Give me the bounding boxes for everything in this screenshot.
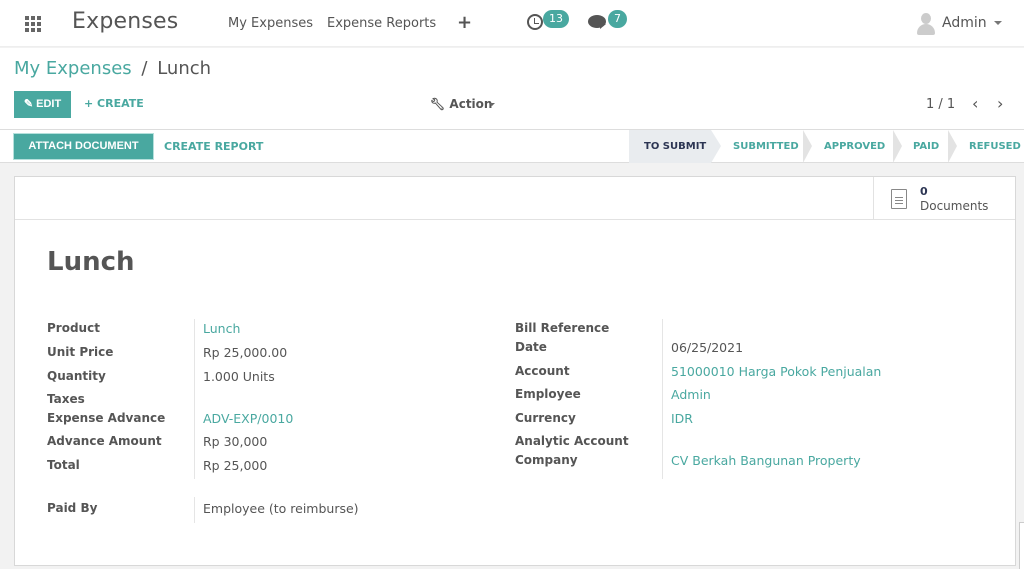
field-label-paid-by: Paid By bbox=[47, 501, 98, 515]
field-account[interactable]: 51000010 Harga Pokok Penjualan bbox=[671, 364, 881, 379]
activity-clock-icon[interactable] bbox=[527, 14, 543, 30]
breadcrumb: My Expenses / Lunch bbox=[14, 58, 211, 79]
record-title: Lunch bbox=[47, 247, 135, 277]
field-label-unit-price: Unit Price bbox=[47, 345, 114, 359]
documents-smart-button[interactable]: 0 Documents bbox=[873, 177, 1015, 220]
field-total: Rp 25,000 bbox=[203, 458, 268, 473]
action-dropdown[interactable]: 🔧︎ Action bbox=[430, 97, 492, 111]
stage-divider bbox=[893, 130, 902, 163]
field-label-product: Product bbox=[47, 321, 100, 335]
plus-icon[interactable]: + bbox=[457, 12, 472, 33]
field-advance-amount: Rp 30,000 bbox=[203, 434, 268, 449]
edit-button[interactable]: ✎ EDIT bbox=[14, 91, 71, 118]
create-button[interactable]: + CREATE bbox=[84, 97, 144, 110]
document-icon bbox=[891, 189, 907, 209]
scrollbar[interactable] bbox=[1019, 522, 1024, 569]
menu-my-expenses[interactable]: My Expenses bbox=[228, 16, 313, 31]
field-label-employee: Employee bbox=[515, 387, 581, 401]
field-label-taxes: Taxes bbox=[47, 392, 85, 406]
statusbar: ATTACH DOCUMENT CREATE REPORT TO SUBMIT … bbox=[0, 130, 1024, 163]
edit-label: EDIT bbox=[36, 98, 62, 110]
form-sheet: 0 Documents Lunch Product Lunch Unit Pri… bbox=[14, 176, 1016, 566]
stage-submitted[interactable]: SUBMITTED bbox=[733, 130, 799, 163]
pager-previous-button[interactable]: ‹ bbox=[972, 94, 978, 113]
control-panel: My Expenses / Lunch ✎ EDIT + CREATE 🔧︎ A… bbox=[0, 48, 1024, 130]
stage-to-submit[interactable]: TO SUBMIT bbox=[629, 130, 711, 163]
apps-menu-icon[interactable] bbox=[25, 16, 43, 32]
user-menu[interactable]: Admin bbox=[942, 15, 987, 31]
documents-count: 0 bbox=[920, 185, 928, 198]
activity-count-badge: 13 bbox=[543, 10, 569, 28]
create-report-button[interactable]: CREATE REPORT bbox=[164, 140, 263, 153]
attach-document-button[interactable]: ATTACH DOCUMENT bbox=[13, 133, 154, 160]
breadcrumb-my-expenses[interactable]: My Expenses bbox=[14, 58, 132, 79]
smart-button-box: 0 Documents bbox=[15, 177, 1015, 220]
field-paid-by: Employee (to reimburse) bbox=[203, 501, 359, 516]
field-label-total: Total bbox=[47, 458, 80, 472]
field-label-expense-advance: Expense Advance bbox=[47, 411, 166, 425]
field-label-currency: Currency bbox=[515, 411, 576, 425]
stage-paid[interactable]: PAID bbox=[913, 130, 939, 163]
field-label-analytic-account: Analytic Account bbox=[515, 434, 629, 448]
wrench-icon: 🔧︎ bbox=[430, 97, 446, 111]
field-employee[interactable]: Admin bbox=[671, 387, 711, 402]
field-expense-advance[interactable]: ADV-EXP/0010 bbox=[203, 411, 293, 426]
pencil-icon: ✎ bbox=[23, 98, 34, 110]
pager-value[interactable]: 1 / 1 bbox=[926, 97, 955, 112]
action-caret-icon bbox=[489, 103, 495, 106]
breadcrumb-separator: / bbox=[141, 58, 148, 79]
field-label-date: Date bbox=[515, 340, 547, 354]
stage-refused[interactable]: REFUSED bbox=[969, 130, 1021, 163]
action-label: Action bbox=[449, 97, 493, 111]
chevron-down-icon[interactable] bbox=[994, 21, 1002, 25]
field-label-advance-amount: Advance Amount bbox=[47, 434, 162, 448]
stage-approved[interactable]: APPROVED bbox=[824, 130, 885, 163]
column-separator bbox=[662, 319, 663, 479]
stage-arrow bbox=[711, 130, 721, 163]
field-quantity: 1.000 Units bbox=[203, 369, 275, 384]
message-count-badge: 7 bbox=[608, 10, 627, 28]
field-currency[interactable]: IDR bbox=[671, 411, 693, 426]
stage-divider bbox=[803, 130, 812, 163]
messages-chat-icon[interactable] bbox=[588, 15, 606, 29]
field-label-account: Account bbox=[515, 364, 570, 378]
field-product[interactable]: Lunch bbox=[203, 321, 240, 336]
documents-label: Documents bbox=[920, 199, 989, 213]
column-separator bbox=[194, 319, 195, 479]
field-label-bill-reference: Bill Reference bbox=[515, 321, 610, 335]
pager-next-button[interactable]: › bbox=[997, 94, 1003, 113]
column-separator bbox=[194, 497, 195, 523]
field-label-quantity: Quantity bbox=[47, 369, 106, 383]
app-title: Expenses bbox=[72, 9, 179, 34]
breadcrumb-current: Lunch bbox=[157, 58, 212, 79]
stage-divider bbox=[948, 130, 957, 163]
field-unit-price: Rp 25,000.00 bbox=[203, 345, 288, 360]
field-label-company: Company bbox=[515, 453, 578, 467]
field-company[interactable]: CV Berkah Bangunan Property bbox=[671, 453, 861, 468]
top-navbar: Expenses My Expenses Expense Reports + 1… bbox=[0, 0, 1024, 47]
field-date: 06/25/2021 bbox=[671, 340, 744, 355]
menu-expense-reports[interactable]: Expense Reports bbox=[327, 16, 436, 31]
user-avatar[interactable] bbox=[916, 13, 936, 35]
